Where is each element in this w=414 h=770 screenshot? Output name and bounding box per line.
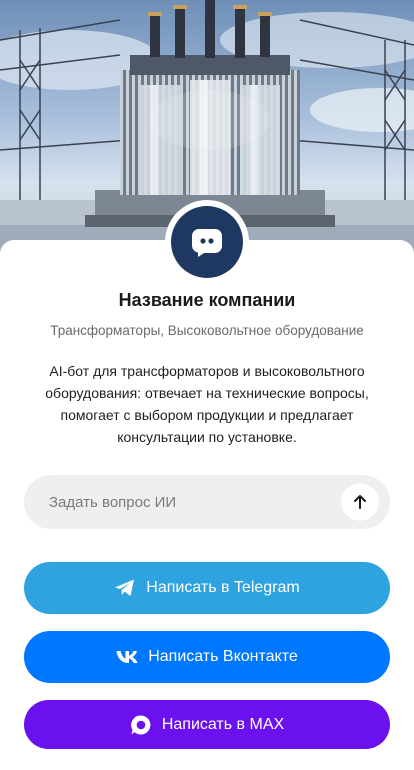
company-tags: Трансформаторы, Высоковольтное оборудова… <box>50 323 364 338</box>
send-button[interactable] <box>341 483 379 521</box>
ask-ai-input[interactable] <box>24 475 341 529</box>
max-button-label: Написать в MAX <box>161 715 285 733</box>
company-name: Название компании <box>118 290 296 310</box>
company-description: AI-бот для трансформаторов и высоковольт… <box>45 363 369 445</box>
vk-button[interactable]: Написать Вконтакте <box>24 631 390 683</box>
company-avatar <box>165 200 249 284</box>
telegram-icon <box>114 578 136 598</box>
telegram-button-label: Написать в Telegram <box>146 579 300 596</box>
vk-icon <box>116 650 138 664</box>
arrow-up-icon <box>354 495 366 509</box>
ask-ai-field[interactable] <box>24 475 390 529</box>
vk-button-label: Написать Вконтакте <box>148 648 298 665</box>
telegram-button[interactable]: Написать в Telegram <box>24 562 390 614</box>
max-icon <box>130 714 152 736</box>
max-button[interactable]: Написать в MAX <box>24 700 390 749</box>
chat-bot-icon <box>171 206 243 278</box>
